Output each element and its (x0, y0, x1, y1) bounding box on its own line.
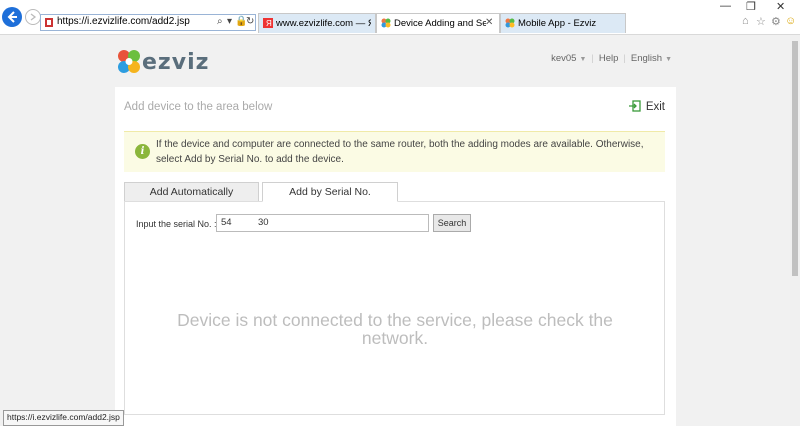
smiley-icon[interactable]: ☺ (785, 15, 796, 27)
browser-toolbar: https://i.ezvizlife.com/add2.jsp ⌕ ▾ 🔒 ↻… (0, 0, 800, 35)
search-button[interactable]: Search (433, 214, 471, 232)
info-notice: i If the device and computer are connect… (124, 131, 665, 172)
serial-tab-content: Input the serial No. : 54 30 Search Devi… (124, 201, 665, 415)
close-tab-icon[interactable]: ✕ (485, 17, 493, 28)
svg-text:Я: Я (266, 19, 272, 28)
tab-label: Device Adding and Settings (394, 18, 486, 29)
ezviz-logo-icon (118, 50, 140, 73)
notice-text: If the device and computer are connected… (156, 139, 644, 165)
scrollbar[interactable] (790, 35, 800, 426)
back-button[interactable] (2, 7, 22, 27)
tab-add-by-serial[interactable]: Add by Serial No. (262, 182, 398, 202)
address-text: https://i.ezvizlife.com/add2.jsp (57, 16, 190, 27)
home-icon[interactable]: ⌂ (742, 15, 749, 27)
serial-input[interactable]: 54 30 (216, 214, 429, 232)
exit-label: Exit (645, 101, 665, 113)
serial-label: Input the serial No. : (136, 219, 217, 229)
divider: | (591, 53, 594, 64)
tab-add-automatically[interactable]: Add Automatically (124, 182, 259, 202)
add-device-panel: Add device to the area below Exit i If t… (115, 87, 676, 426)
info-icon: i (135, 144, 150, 159)
user-dropdown[interactable]: kev05 ▼ (551, 53, 586, 64)
refresh-icon[interactable]: ↻ (246, 16, 254, 27)
ezviz-logo[interactable]: ezviz (116, 48, 210, 78)
help-link[interactable]: Help (599, 53, 619, 64)
status-message: Device is not connected to the service, … (177, 310, 613, 348)
tab-yandex[interactable]: Я www.ezvizlife.com — Яндекс: (258, 13, 376, 33)
settings-icon[interactable]: ⚙ (771, 15, 781, 28)
arrow-left-icon (7, 11, 17, 23)
user-menu: kev05 ▼ | Help | English ▼ (551, 53, 672, 64)
forward-button[interactable] (25, 9, 41, 25)
language-label: English (630, 53, 663, 64)
favorites-icon[interactable]: ☆ (756, 15, 766, 28)
restore-icon[interactable]: ❐ (746, 0, 756, 13)
tab-label: www.ezvizlife.com — Яндекс: (276, 18, 371, 29)
arrow-right-icon (30, 13, 37, 21)
logo-text: ezviz (142, 50, 210, 75)
ezviz-tab-icon (505, 18, 515, 28)
minimize-icon[interactable]: — (720, 0, 731, 12)
tab-label: Mobile App - Ezviz (518, 18, 597, 29)
chevron-down-icon: ▼ (579, 56, 587, 63)
site-header: ezviz kev05 ▼ | Help | English ▼ (0, 35, 790, 87)
address-bar[interactable]: https://i.ezvizlife.com/add2.jsp ⌕ ▾ 🔒 ↻ (40, 14, 256, 31)
ezviz-tab-icon (381, 18, 391, 28)
site-icon (45, 18, 53, 27)
tab-mobile-app[interactable]: Mobile App - Ezviz (500, 13, 626, 33)
browser-status-bar: https://i.ezvizlife.com/add2.jsp (3, 410, 124, 426)
search-icon[interactable]: ⌕ (217, 16, 223, 27)
yandex-icon: Я (263, 18, 273, 28)
scroll-thumb[interactable] (792, 41, 798, 276)
window-controls: — ❐ ✕ (720, 0, 790, 14)
chevron-down-icon: ▼ (665, 56, 672, 63)
exit-button[interactable]: Exit (628, 100, 665, 113)
dropdown-icon[interactable]: ▾ (227, 16, 232, 27)
page-title: Add device to the area below (124, 101, 273, 113)
divider: | (623, 53, 626, 64)
close-window-icon[interactable]: ✕ (776, 0, 785, 13)
tab-device-adding[interactable]: Device Adding and Settings ✕ (376, 13, 500, 33)
exit-icon (628, 100, 641, 112)
username: kev05 (551, 53, 577, 64)
language-dropdown[interactable]: English ▼ (631, 53, 672, 64)
